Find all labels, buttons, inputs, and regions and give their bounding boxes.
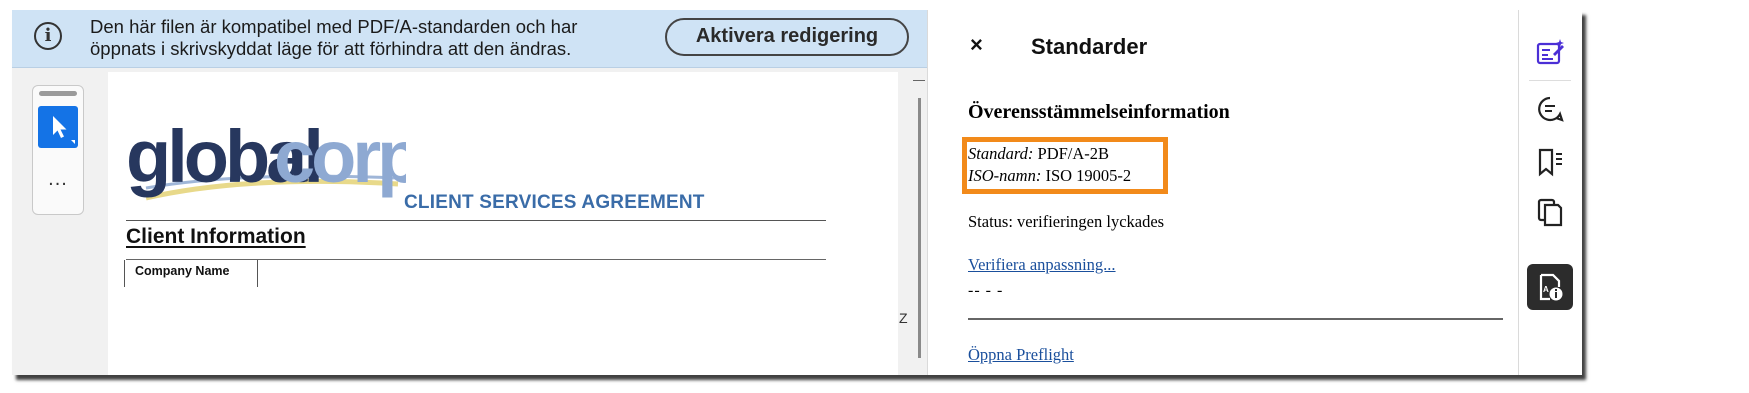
enable-editing-button[interactable]: Aktivera redigering — [665, 18, 909, 56]
pdf-page: global corp CLIENT SERVICES AGREEMENT Cl… — [108, 72, 898, 375]
iso-label: ISO-namn: — [968, 166, 1042, 185]
agreement-title: CLIENT SERVICES AGREEMENT — [404, 192, 705, 213]
bookmarks-icon[interactable] — [1533, 145, 1567, 179]
globalcorp-logo: global corp — [126, 115, 406, 201]
info-icon: i — [34, 22, 62, 50]
company-name-header-cell: Company Name — [124, 260, 258, 287]
logo-text-light: corp — [274, 115, 406, 198]
page-edge-glyph: Z — [899, 310, 908, 326]
iso-line: ISO-namn: ISO 19005-2 — [968, 166, 1131, 186]
scrollbar-thumb[interactable] — [918, 98, 921, 358]
info-message-line1: Den här filen är kompatibel med PDF/A-st… — [90, 16, 578, 37]
quick-tools-panel: ... — [32, 85, 84, 215]
right-tool-rail: A — [1519, 10, 1582, 375]
document-scrollbar[interactable] — [911, 68, 927, 375]
rail-separator — [1529, 80, 1571, 81]
more-tools-button[interactable]: ... — [33, 168, 83, 191]
standards-icon: A — [1539, 273, 1563, 301]
tools-drag-handle[interactable] — [39, 91, 77, 96]
scroll-up-arrow[interactable] — [913, 74, 925, 81]
comment-icon[interactable] — [1533, 92, 1567, 126]
panel-separator — [968, 318, 1503, 320]
edit-pdf-icon[interactable] — [1533, 36, 1567, 70]
conformance-section-title: Överensstämmelseinformation — [968, 101, 1230, 123]
pdfa-info-bar: i Den här filen är kompatibel med PDF/A-… — [12, 10, 927, 68]
truncated-dashes: -- - - — [968, 282, 1004, 299]
standard-label: Standard: — [968, 144, 1034, 163]
standards-panel: × Standarder Överensstämmelseinformation… — [928, 10, 1518, 375]
app-window: i Den här filen är kompatibel med PDF/A-… — [12, 10, 1582, 375]
svg-text:A: A — [1543, 285, 1549, 294]
status-text: Status: verifieringen lyckades — [968, 212, 1165, 231]
open-preflight-link[interactable]: Öppna Preflight — [968, 345, 1074, 365]
header-rule — [126, 220, 826, 221]
select-tool-button[interactable] — [38, 106, 78, 148]
section-heading: Client Information — [126, 225, 306, 248]
standards-tool-button[interactable]: A — [1527, 264, 1573, 310]
pointer-arrow-icon — [53, 116, 75, 144]
pages-icon[interactable] — [1533, 195, 1567, 229]
panel-title: Standarder — [1031, 34, 1148, 59]
standard-line: Standard: PDF/A-2B — [968, 144, 1109, 164]
verify-conformance-link[interactable]: Verifiera anpassning... — [968, 255, 1116, 275]
info-message-line2: öppnats i skrivskyddat läge för att förh… — [90, 38, 572, 59]
iso-value: ISO 19005-2 — [1045, 166, 1132, 185]
info-message: Den här filen är kompatibel med PDF/A-st… — [90, 16, 650, 60]
close-panel-button[interactable]: × — [970, 32, 983, 58]
standard-value: PDF/A-2B — [1037, 144, 1110, 163]
